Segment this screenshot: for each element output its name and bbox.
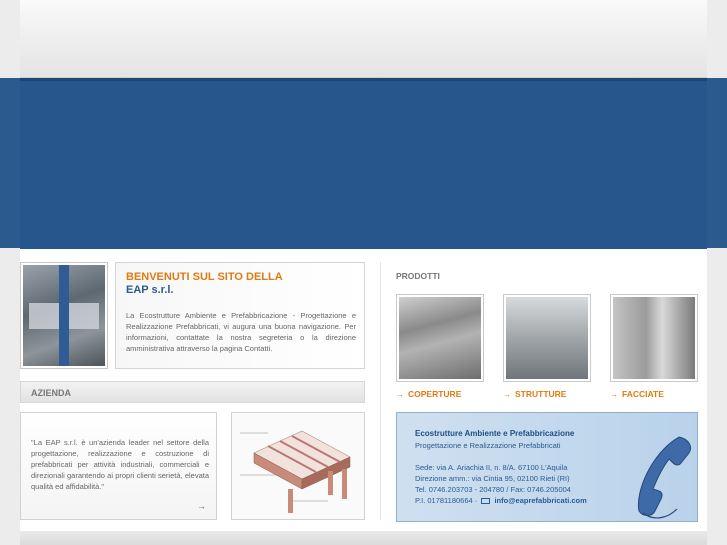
company-photo <box>20 262 108 369</box>
contact-direzione: Direzione amm.: via Cintia 95, 02100 Rie… <box>415 474 570 483</box>
product-coperture-image[interactable] <box>396 294 484 382</box>
arrow-bullet-icon: → <box>396 390 404 399</box>
contact-sede: Sede: via A. Ariachia II, n. 8/A. 67100 … <box>415 463 568 472</box>
azienda-quote-box[interactable]: "La EAP s.r.l. è un'azienda leader nel s… <box>20 412 217 520</box>
contact-piva: P.I. 01781180664 · <box>415 496 478 505</box>
welcome-box: BENVENUTI SUL SITO DELLA EAP s.r.l. La E… <box>115 262 365 369</box>
contact-company-name: Ecostrutture Ambiente e Prefabbricazione <box>415 429 575 438</box>
azienda-heading: AZIENDA <box>31 388 71 398</box>
product-label: COPERTURE <box>408 389 462 399</box>
welcome-text: La Ecostrutture Ambiente e Prefabbricazi… <box>126 311 356 353</box>
arrow-bullet-icon: → <box>610 390 618 399</box>
left-side-band <box>0 78 20 248</box>
top-header-bar <box>20 0 707 78</box>
technical-drawing-image <box>231 412 365 520</box>
product-facciate-link[interactable]: → FACCIATE <box>610 389 664 399</box>
mail-icon <box>481 498 491 505</box>
product-label: FACCIATE <box>622 389 664 399</box>
product-strutture-link[interactable]: → STRUTTURE <box>503 389 566 399</box>
contact-box: Ecostrutture Ambiente e Prefabbricazione… <box>396 412 698 522</box>
product-coperture-link[interactable]: → COPERTURE <box>396 389 461 399</box>
company-name: EAP s.r.l. <box>126 284 174 296</box>
welcome-title: BENVENUTI SUL SITO DELLA <box>126 271 283 283</box>
contact-tel: Tel. 0746.203703 - 204780 / Fax: 0746.20… <box>415 485 571 494</box>
contact-piva-row: P.I. 01781180664 · info@eaprefabbricati.… <box>415 496 587 505</box>
right-side-band <box>707 78 727 248</box>
azienda-quote: "La EAP s.r.l. è un'azienda leader nel s… <box>31 438 209 491</box>
product-label: STRUTTURE <box>515 389 567 399</box>
footer-bar <box>20 531 707 545</box>
header-banner <box>20 78 707 249</box>
column-divider <box>380 262 381 520</box>
arrow-bullet-icon: → <box>503 390 511 399</box>
product-facciate-image[interactable] <box>610 294 698 382</box>
telephone-icon <box>637 436 692 519</box>
contact-email-link[interactable]: info@eaprefabbricati.com <box>494 496 586 505</box>
azienda-section-header: AZIENDA <box>20 381 365 403</box>
prodotti-heading: PRODOTTI <box>396 271 440 281</box>
product-strutture-image[interactable] <box>503 294 591 382</box>
contact-tagline: Progettazione e Realizzazione Prefabbric… <box>415 441 561 450</box>
technical-drawing-svg <box>240 430 351 513</box>
read-more-arrow-icon[interactable]: → <box>197 501 206 511</box>
